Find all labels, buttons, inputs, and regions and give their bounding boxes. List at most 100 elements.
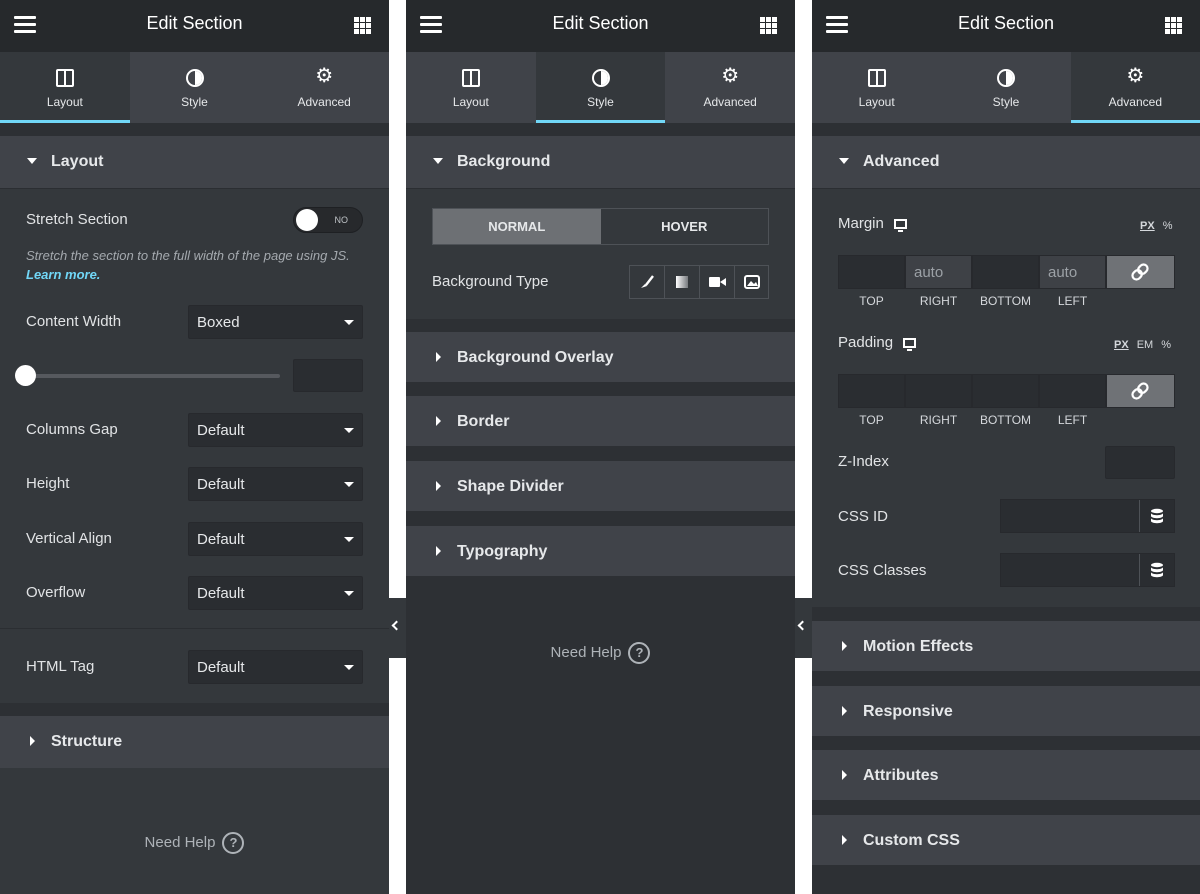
tab-style[interactable]: Style xyxy=(535,52,666,123)
width-slider-handle[interactable] xyxy=(15,365,36,386)
unit-px[interactable]: PX xyxy=(1140,220,1155,232)
columns-gap-label: Columns Gap xyxy=(26,421,118,438)
css-classes-input[interactable] xyxy=(1001,554,1139,586)
divider xyxy=(406,188,795,189)
unit-px[interactable]: PX xyxy=(1114,339,1129,351)
link-values-button[interactable] xyxy=(1106,374,1175,408)
layout-icon xyxy=(867,69,886,87)
contrast-icon xyxy=(996,69,1015,87)
brush-icon[interactable] xyxy=(630,266,665,298)
gear-icon: ⚙ xyxy=(315,65,334,87)
chevron-down-icon xyxy=(344,537,354,542)
section-custom-css-header[interactable]: Custom CSS xyxy=(812,815,1200,865)
panel-header: Edit Section xyxy=(406,0,795,52)
need-help-link[interactable]: Need Help? xyxy=(406,642,795,664)
z-index-input[interactable] xyxy=(1105,446,1175,479)
columns-gap-select[interactable]: Default xyxy=(188,413,363,447)
tab-layout[interactable]: Layout xyxy=(0,52,130,123)
spacer xyxy=(0,703,389,716)
margin-right-input[interactable]: auto xyxy=(905,255,972,289)
desktop-icon[interactable] xyxy=(893,219,907,233)
section-structure-header[interactable]: Structure xyxy=(0,716,389,768)
section-layout-header[interactable]: Layout xyxy=(0,136,389,188)
caret-right-icon xyxy=(842,706,847,716)
gear-icon: ⚙ xyxy=(1126,65,1145,87)
spacer xyxy=(812,123,1200,136)
margin-bottom-input[interactable] xyxy=(972,255,1039,289)
vertical-align-select[interactable]: Default xyxy=(188,522,363,556)
layout-icon xyxy=(461,69,480,87)
section-motion-effects-header[interactable]: Motion Effects xyxy=(812,621,1200,671)
section-attributes-header[interactable]: Attributes xyxy=(812,750,1200,800)
content-width-label: Content Width xyxy=(26,313,122,330)
advanced-panel: Edit Section Layout Style ⚙ Advanced Adva… xyxy=(812,0,1200,894)
widgets-grid-icon[interactable] xyxy=(1165,17,1182,34)
tab-layout[interactable]: Layout xyxy=(812,52,941,123)
css-id-input[interactable] xyxy=(1001,500,1139,532)
panel-title: Edit Section xyxy=(146,13,243,33)
toggle-knob xyxy=(296,209,318,231)
padding-bottom-input[interactable] xyxy=(972,374,1039,408)
padding-top-input[interactable] xyxy=(838,374,905,408)
video-icon[interactable] xyxy=(700,266,735,298)
divider xyxy=(0,188,389,189)
section-advanced-header[interactable]: Advanced xyxy=(812,136,1200,188)
height-select[interactable]: Default xyxy=(188,467,363,501)
stretch-section-toggle[interactable]: NO xyxy=(293,207,363,233)
padding-units: PX EM% xyxy=(1114,339,1179,351)
stretch-section-label: Stretch Section xyxy=(26,211,128,228)
unit-em[interactable]: EM xyxy=(1137,339,1154,351)
database-icon xyxy=(1151,562,1163,578)
slideshow-icon[interactable] xyxy=(735,266,769,298)
padding-right-input[interactable] xyxy=(905,374,972,408)
overflow-select[interactable]: Default xyxy=(188,576,363,610)
gradient-icon[interactable] xyxy=(665,266,700,298)
unit-percent[interactable]: % xyxy=(1163,220,1173,232)
unit-percent[interactable]: % xyxy=(1161,339,1171,351)
tab-advanced[interactable]: ⚙ Advanced xyxy=(259,52,389,123)
caret-right-icon xyxy=(842,835,847,845)
dynamic-tags-button[interactable] xyxy=(1139,554,1174,586)
tab-hover[interactable]: HOVER xyxy=(601,209,769,244)
content-width-select[interactable]: Boxed xyxy=(188,305,363,339)
margin-left-input[interactable]: auto xyxy=(1039,255,1106,289)
panel-header: Edit Section xyxy=(0,0,389,52)
section-border-header[interactable]: Border xyxy=(406,396,795,446)
padding-inputs xyxy=(838,374,1175,408)
section-shape-divider-header[interactable]: Shape Divider xyxy=(406,461,795,511)
css-classes-field xyxy=(1000,553,1175,587)
link-values-button[interactable] xyxy=(1106,255,1175,289)
panel-tabs: Layout Style ⚙ Advanced xyxy=(406,52,795,123)
section-background-header[interactable]: Background xyxy=(406,136,795,188)
section-background-overlay-header[interactable]: Background Overlay xyxy=(406,332,795,382)
chevron-down-icon xyxy=(344,320,354,325)
width-slider-track[interactable] xyxy=(26,374,280,378)
section-typography-header[interactable]: Typography xyxy=(406,526,795,576)
width-number-input[interactable] xyxy=(293,359,363,392)
widgets-grid-icon[interactable] xyxy=(760,17,777,34)
collapse-panel-handle[interactable] xyxy=(389,598,406,658)
margin-label: Margin xyxy=(838,215,907,233)
html-tag-select[interactable]: Default xyxy=(188,650,363,684)
tab-style[interactable]: Style xyxy=(130,52,260,123)
widgets-grid-icon[interactable] xyxy=(354,17,371,34)
tab-normal[interactable]: NORMAL xyxy=(433,209,601,244)
learn-more-link[interactable]: Learn more. xyxy=(26,267,100,282)
chevron-left-icon xyxy=(391,620,402,631)
collapse-panel-handle[interactable] xyxy=(795,598,812,658)
spacer xyxy=(406,319,795,332)
caret-right-icon xyxy=(436,481,441,491)
dynamic-tags-button[interactable] xyxy=(1139,500,1174,532)
padding-left-input[interactable] xyxy=(1039,374,1106,408)
section-responsive-header[interactable]: Responsive xyxy=(812,686,1200,736)
tab-style[interactable]: Style xyxy=(941,52,1070,123)
desktop-icon[interactable] xyxy=(903,338,917,352)
margin-units: PX% xyxy=(1140,220,1180,232)
divider xyxy=(0,628,389,629)
tab-layout[interactable]: Layout xyxy=(406,52,536,123)
tab-advanced[interactable]: ⚙ Advanced xyxy=(665,52,795,123)
margin-top-input[interactable] xyxy=(838,255,905,289)
chevron-down-icon xyxy=(344,665,354,670)
tab-advanced[interactable]: ⚙ Advanced xyxy=(1070,52,1200,123)
need-help-link[interactable]: Need Help? xyxy=(0,832,389,854)
